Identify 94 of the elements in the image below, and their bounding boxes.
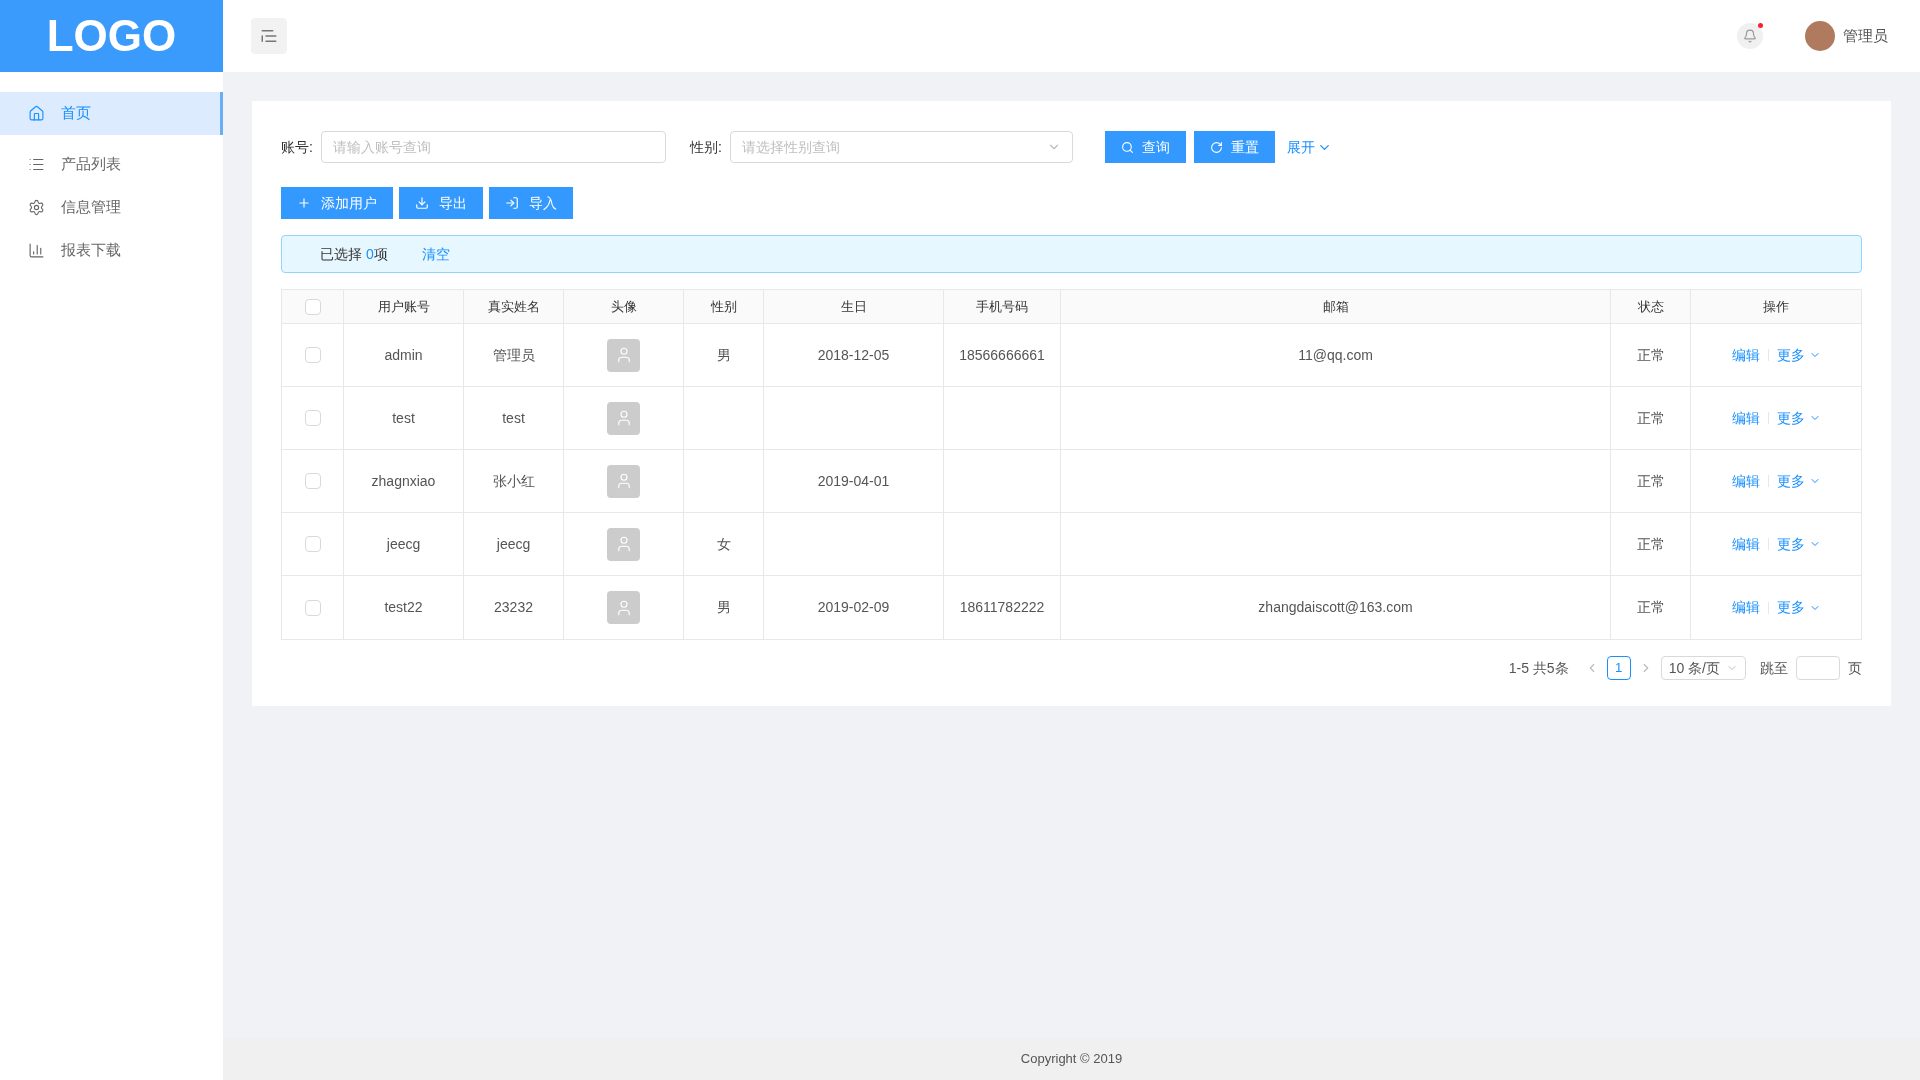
avatar-placeholder xyxy=(607,401,640,435)
table-cell-text: zhagnxiao xyxy=(371,471,436,491)
table-cell-text: test xyxy=(502,408,525,428)
table-cell-text: 男 xyxy=(716,345,731,365)
more-dropdown[interactable]: 更多 xyxy=(1776,344,1821,366)
nav-item[interactable]: 信息管理 xyxy=(0,186,223,229)
column-header: 真实姓名 xyxy=(464,290,564,323)
search-icon xyxy=(1120,140,1134,154)
plus-icon xyxy=(297,196,311,210)
table-cell-text: jeecg xyxy=(496,534,531,554)
settings-icon xyxy=(28,199,45,216)
column-header: 手机号码 xyxy=(944,290,1061,323)
checkbox[interactable] xyxy=(304,599,321,616)
search-button[interactable]: 查询 xyxy=(1104,131,1186,163)
edit-link[interactable]: 编辑 xyxy=(1731,344,1760,366)
gender-select[interactable]: 请选择性别查询 xyxy=(729,131,1073,163)
edit-link[interactable]: 编辑 xyxy=(1731,533,1760,555)
table-cell-text: 2018-12-05 xyxy=(817,345,890,365)
column-header: 头像 xyxy=(564,290,684,323)
user-name: 管理员 xyxy=(1843,25,1888,46)
table-cell-text: 正常 xyxy=(1636,534,1665,554)
list-icon xyxy=(28,156,45,173)
more-dropdown[interactable]: 更多 xyxy=(1776,407,1821,429)
menu-toggle-button[interactable] xyxy=(251,18,287,54)
avatar-placeholder xyxy=(607,527,640,561)
table-cell-text: 正常 xyxy=(1636,598,1665,617)
pagination-total: 1-5 共5条 xyxy=(1508,658,1569,678)
table-cell-text: 18566666661 xyxy=(959,345,1045,365)
page-suffix: 页 xyxy=(1848,658,1862,678)
more-dropdown[interactable]: 更多 xyxy=(1776,470,1821,492)
reload-icon xyxy=(1209,140,1223,154)
page-jump-input[interactable] xyxy=(1796,656,1840,680)
action-button[interactable]: 导入 xyxy=(489,187,573,219)
logo: LOGO xyxy=(0,0,223,72)
clear-link[interactable]: 清空 xyxy=(421,243,450,265)
avatar-placeholder xyxy=(607,338,640,372)
avatar-placeholder xyxy=(1805,21,1835,51)
column-header: 性别 xyxy=(684,290,764,323)
edit-link[interactable]: 编辑 xyxy=(1731,470,1760,492)
column-header: 操作 xyxy=(1762,297,1790,316)
avatar-placeholder xyxy=(607,591,640,624)
column-header: 状态 xyxy=(1611,290,1691,323)
table-cell-text: 正常 xyxy=(1636,471,1665,491)
field-label: 账号: xyxy=(281,137,313,157)
nav-item[interactable]: 报表下载 xyxy=(0,229,223,272)
copyright-text: Copyright © 2019 xyxy=(1020,1050,1123,1069)
action-button[interactable]: 导出 xyxy=(399,187,483,219)
selection-count: 已选择 0项 xyxy=(320,244,388,264)
avatar-placeholder xyxy=(607,464,640,498)
table-cell-text: 正常 xyxy=(1636,408,1665,428)
action-button[interactable]: 添加用户 xyxy=(281,187,393,219)
column-header: 用户账号 xyxy=(344,290,464,323)
download-icon xyxy=(415,196,429,210)
table-cell-text: 管理员 xyxy=(492,345,535,365)
table-cell-text: 23232 xyxy=(494,598,533,617)
page-size-select[interactable]: 10 条/页 xyxy=(1660,656,1746,680)
account-input[interactable]: 请输入账号查询 xyxy=(320,131,666,163)
table-cell-text: test22 xyxy=(384,598,423,617)
table-cell-text: 2019-02-09 xyxy=(817,598,890,617)
table-cell-text: 张小红 xyxy=(492,471,535,491)
nav-item[interactable]: 产品列表 xyxy=(0,143,223,186)
field-label: 性别: xyxy=(689,137,722,157)
jump-label: 跳至 xyxy=(1760,658,1788,678)
table-cell-text: 女 xyxy=(716,534,731,554)
more-dropdown[interactable]: 更多 xyxy=(1776,533,1821,555)
home-icon xyxy=(28,105,45,122)
table-cell-text: 正常 xyxy=(1636,345,1665,365)
reset-button[interactable]: 重置 xyxy=(1193,131,1275,163)
table-cell-text: test xyxy=(392,408,415,428)
table-cell-text: jeecg xyxy=(386,534,421,554)
expand-link[interactable]: 展开 xyxy=(1286,136,1332,158)
nav-item[interactable]: 首页 xyxy=(0,92,223,135)
edit-link[interactable]: 编辑 xyxy=(1731,597,1760,618)
table-cell-text: 2019-04-01 xyxy=(817,471,890,491)
checkbox[interactable] xyxy=(304,536,321,552)
checkbox[interactable] xyxy=(304,298,321,315)
checkbox[interactable] xyxy=(304,347,321,363)
bar-chart-icon xyxy=(28,242,45,259)
notification-button[interactable] xyxy=(1737,23,1763,49)
edit-link[interactable]: 编辑 xyxy=(1731,407,1760,429)
table-cell-text: 男 xyxy=(716,598,731,617)
table-cell-text: zhangdaiscott@163.com xyxy=(1258,598,1413,617)
more-dropdown[interactable]: 更多 xyxy=(1776,597,1821,618)
menu-icon xyxy=(260,27,278,45)
import-icon xyxy=(505,196,519,210)
bell-icon xyxy=(1743,29,1757,43)
table-cell-text: 11@qq.com xyxy=(1298,345,1373,365)
checkbox[interactable] xyxy=(304,473,321,489)
page-button[interactable]: 1 xyxy=(1606,656,1631,680)
checkbox[interactable] xyxy=(304,410,321,426)
column-header: 生日 xyxy=(764,290,944,323)
column-header: 邮箱 xyxy=(1061,290,1611,323)
table-cell-text: admin xyxy=(384,345,423,365)
table-cell-text: 18611782222 xyxy=(959,598,1045,617)
